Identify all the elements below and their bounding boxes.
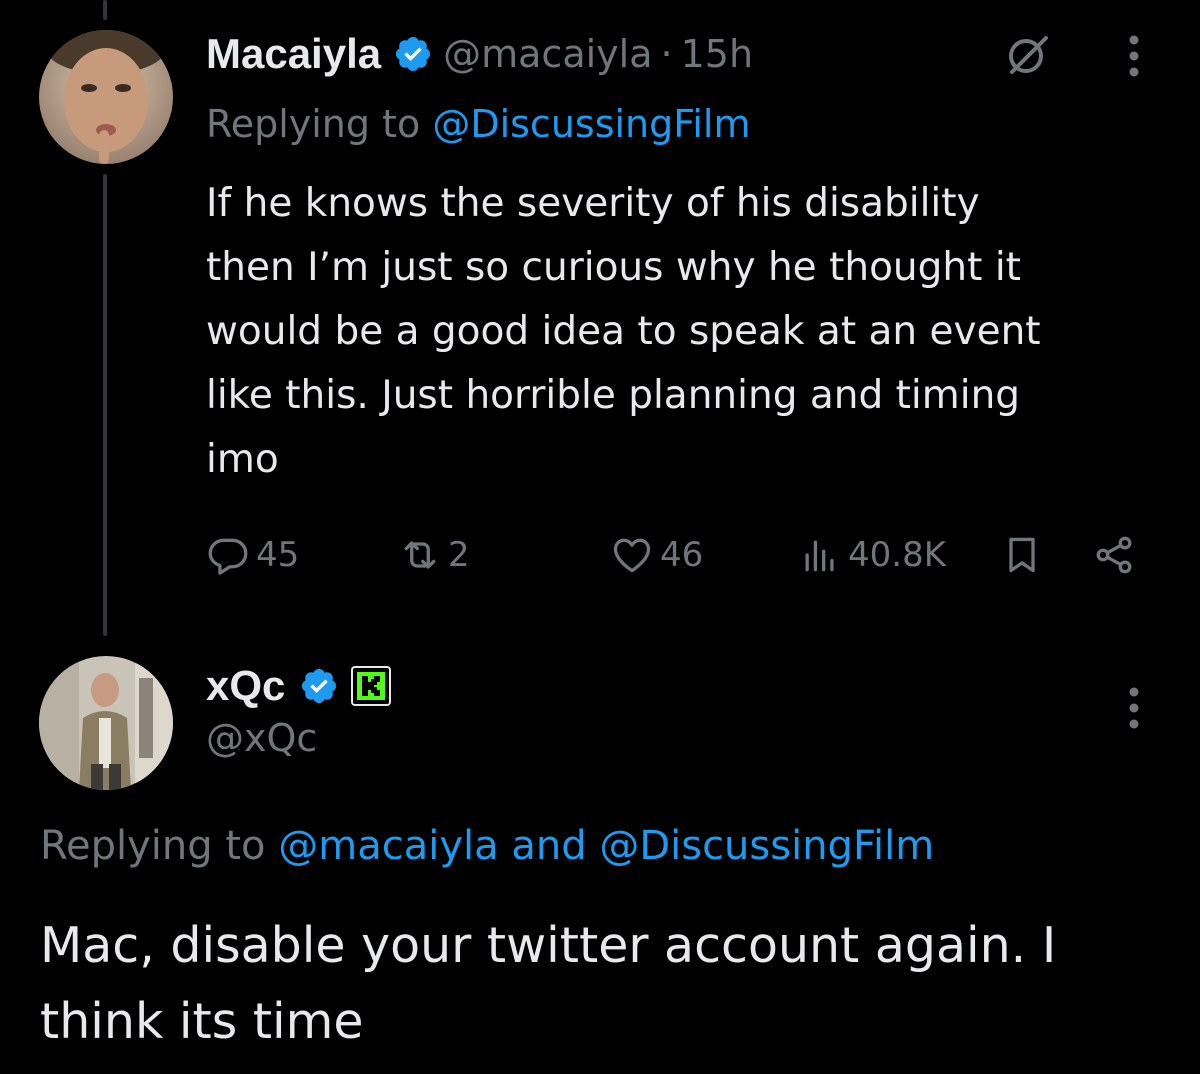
reply-text-line: think its time xyxy=(40,993,364,1050)
avatar[interactable] xyxy=(39,656,173,790)
tweet-text-line: like this. Just horrible planning and ti… xyxy=(206,373,1021,418)
reply-button[interactable]: 45 xyxy=(206,527,299,583)
views-button[interactable]: 40.8K xyxy=(798,527,946,583)
thread-line-top xyxy=(103,0,107,20)
tweet-text-line: then I’m just so curious why he thought … xyxy=(206,245,1021,290)
mention-link[interactable]: @macaiyla xyxy=(278,823,498,869)
replying-to: Replying to @macaiyla and @DiscussingFil… xyxy=(40,818,934,874)
share-icon xyxy=(1096,536,1132,574)
replying-to: Replying to @DiscussingFilm xyxy=(206,98,751,150)
more-options-icon[interactable] xyxy=(1118,682,1150,734)
mention-link[interactable]: @DiscussingFilm xyxy=(432,102,750,146)
tweet-text-line: imo xyxy=(206,437,279,482)
verified-badge-icon[interactable] xyxy=(393,34,433,74)
timestamp[interactable]: 15h xyxy=(681,32,753,76)
separator: · xyxy=(660,32,673,76)
thread-line xyxy=(103,174,107,636)
reply-count: 45 xyxy=(256,535,300,575)
avatar-image-xqc xyxy=(39,656,173,790)
more-options-icon[interactable] xyxy=(1118,30,1150,82)
display-name[interactable]: Macaiyla xyxy=(206,30,381,78)
tweet-text-line: If he knows the severity of his disabili… xyxy=(206,181,980,226)
reply-header: xQc xyxy=(206,656,392,716)
reply-text-line: Mac, disable your twitter account again.… xyxy=(40,917,1057,974)
replying-and-text: and xyxy=(498,823,600,869)
repost-icon xyxy=(404,541,436,569)
mention-link[interactable]: @DiscussingFilm xyxy=(599,823,934,869)
view-count: 40.8K xyxy=(848,535,946,575)
tweet-text: If he knows the severity of his disabili… xyxy=(206,172,1166,492)
avatar-image-macaiyla xyxy=(39,30,173,164)
heart-icon xyxy=(613,538,651,573)
share-button[interactable] xyxy=(1090,531,1138,579)
display-name[interactable]: xQc xyxy=(206,662,285,710)
grok-icon[interactable] xyxy=(1000,28,1056,80)
bookmark-button[interactable] xyxy=(998,531,1046,579)
avatar[interactable] xyxy=(39,30,173,164)
handle[interactable]: @xQc xyxy=(206,716,317,760)
tweet-header: Macaiyla @macaiyla · 15h xyxy=(206,26,753,82)
tweet-text-line: would be a good idea to speak at an even… xyxy=(206,309,1041,354)
repost-count: 2 xyxy=(448,535,470,575)
like-count: 46 xyxy=(660,535,704,575)
action-bar: 45 2 46 40.8K xyxy=(206,527,1146,583)
reply-text: Mac, disable your twitter account again.… xyxy=(40,908,1170,1060)
bookmark-icon xyxy=(1009,537,1035,573)
replying-to-label: Replying to xyxy=(206,102,433,146)
verified-badge-icon[interactable] xyxy=(299,666,339,706)
like-button[interactable]: 46 xyxy=(610,527,703,583)
handle[interactable]: @macaiyla xyxy=(443,32,652,76)
replying-to-label: Replying to xyxy=(40,823,279,869)
views-icon xyxy=(805,540,834,572)
repost-button[interactable]: 2 xyxy=(398,527,470,583)
reply-icon xyxy=(208,538,248,575)
kick-affiliate-icon[interactable] xyxy=(351,666,392,706)
